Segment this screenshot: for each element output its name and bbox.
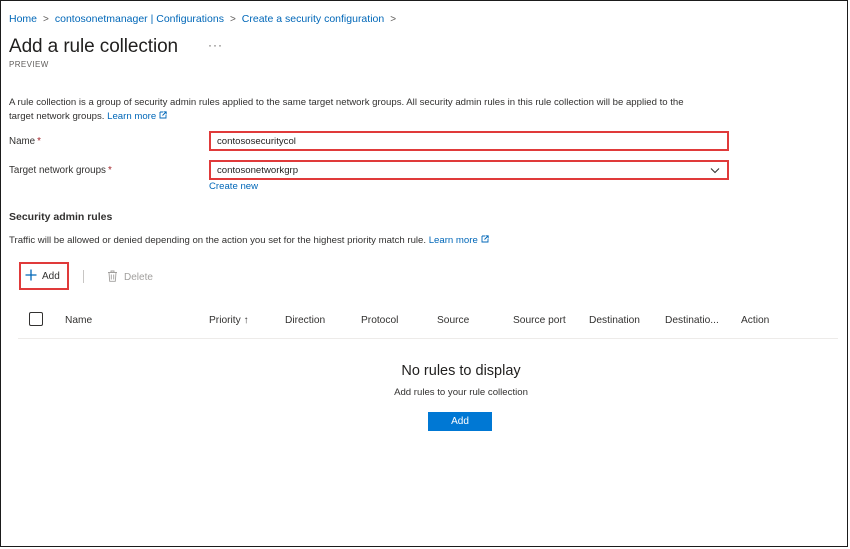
column-action[interactable]: Action — [741, 315, 769, 326]
column-priority[interactable]: Priority ↑ — [209, 315, 249, 326]
delete-rule-button[interactable]: Delete — [107, 270, 153, 285]
empty-state-subtitle: Add rules to your rule collection — [394, 387, 528, 398]
column-destination[interactable]: Destination — [589, 315, 640, 326]
name-label-text: Name — [9, 136, 36, 147]
more-options-button[interactable]: ··· — [208, 38, 223, 52]
empty-state-title: No rules to display — [401, 363, 521, 379]
add-rule-button[interactable]: Add — [19, 262, 69, 290]
rules-learn-more-label: Learn more — [428, 235, 478, 246]
add-rule-label: Add — [42, 270, 60, 282]
target-label-text: Target network groups — [9, 165, 106, 176]
breadcrumb-create-security-configuration[interactable]: Create a security configuration — [242, 13, 384, 25]
name-label: Name * — [9, 136, 41, 147]
name-input[interactable] — [209, 131, 729, 151]
empty-state-add-button[interactable]: Add — [428, 412, 492, 431]
column-source[interactable]: Source — [437, 315, 469, 326]
toolbar-divider — [83, 270, 84, 283]
column-protocol[interactable]: Protocol — [361, 315, 398, 326]
page-title: Add a rule collection — [9, 36, 179, 57]
required-marker: * — [107, 165, 112, 176]
external-link-icon — [159, 110, 167, 124]
target-network-groups-label: Target network groups * — [9, 165, 112, 176]
breadcrumb-separator: > — [229, 13, 236, 25]
trash-icon — [107, 270, 118, 285]
target-network-groups-dropdown[interactable]: contosonetworkgrp — [209, 160, 729, 180]
breadcrumb: Home > contosonetmanager | Configuration… — [9, 13, 396, 25]
required-marker: * — [37, 136, 41, 147]
target-network-groups-value: contosonetworkgrp — [217, 165, 299, 176]
column-direction[interactable]: Direction — [285, 315, 325, 326]
create-new-link[interactable]: Create new — [209, 181, 258, 192]
delete-rule-label: Delete — [124, 272, 153, 283]
column-source-port[interactable]: Source port — [513, 315, 566, 326]
column-name[interactable]: Name — [65, 315, 92, 326]
traffic-description: Traffic will be allowed or denied depend… — [9, 235, 489, 246]
column-destination-port[interactable]: Destinatio... — [665, 315, 719, 326]
preview-label: PREVIEW — [9, 60, 49, 69]
breadcrumb-home[interactable]: Home — [9, 13, 37, 25]
description: A rule collection is a group of security… — [9, 96, 709, 123]
plus-icon — [25, 267, 37, 284]
select-all-checkbox[interactable] — [29, 312, 43, 326]
breadcrumb-separator: > — [43, 13, 49, 25]
traffic-text: Traffic will be allowed or denied depend… — [9, 235, 427, 246]
learn-more-link[interactable]: Learn more — [107, 111, 167, 122]
rules-learn-more-link[interactable]: Learn more — [429, 235, 489, 246]
learn-more-label: Learn more — [107, 110, 157, 122]
chevron-down-icon — [710, 166, 720, 176]
breadcrumb-separator: > — [390, 13, 397, 25]
section-title: Security admin rules — [9, 211, 113, 223]
external-link-icon — [481, 235, 489, 245]
rules-table-header: Name Priority ↑ Direction Protocol Sourc… — [18, 308, 838, 339]
breadcrumb-configurations[interactable]: contosonetmanager | Configurations — [55, 13, 224, 25]
